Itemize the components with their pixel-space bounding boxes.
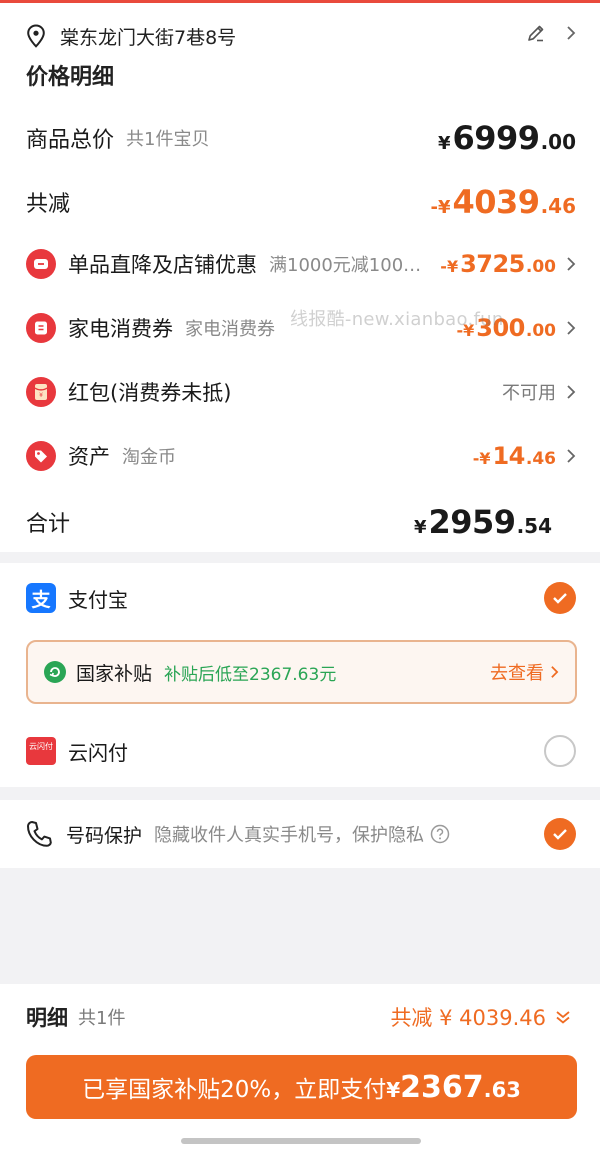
reduce-price: -¥ 4039 .46 bbox=[431, 183, 577, 221]
currency-symbol: -¥ bbox=[440, 257, 459, 276]
detail-total-reduce: 共减 ¥ 4039.46 bbox=[390, 1002, 572, 1032]
detail-label: 明细 bbox=[26, 1006, 68, 1030]
currency-symbol: -¥ bbox=[472, 449, 491, 468]
goods-count: 共1件宝贝 bbox=[126, 129, 210, 150]
reduce-row: 共减 -¥ 4039 .46 bbox=[26, 183, 576, 221]
currency-symbol: ¥ bbox=[413, 517, 427, 538]
chevron-right-icon bbox=[567, 321, 576, 335]
unionpay-icon: 云闪付 bbox=[26, 737, 56, 765]
shop-coupon-icon bbox=[26, 249, 56, 279]
subsidy-refresh-icon bbox=[44, 661, 66, 683]
reduce-label: 共减 bbox=[26, 192, 71, 217]
price-integer: 14 bbox=[492, 442, 525, 470]
price-integer: 6999 bbox=[452, 119, 541, 157]
alipay-icon: 支 bbox=[26, 583, 56, 613]
price-decimal: .00 bbox=[525, 257, 556, 277]
grand-total-row: 合计 ¥ 2959 .54 bbox=[26, 503, 576, 541]
discount-label: 资产 bbox=[68, 445, 110, 469]
price-decimal: .00 bbox=[540, 130, 576, 154]
detail-count: 共1件 bbox=[78, 1008, 126, 1029]
selected-check-icon[interactable] bbox=[544, 582, 576, 614]
goods-total-label: 商品总价 bbox=[26, 128, 115, 153]
price-integer: 3725 bbox=[460, 250, 525, 278]
price-decimal: .00 bbox=[525, 321, 556, 341]
discount-label: 家电消费券 bbox=[68, 317, 173, 341]
goods-total-row: 商品总价 共1件宝贝 ¥ 6999 .00 bbox=[26, 119, 576, 157]
svg-text:¥: ¥ bbox=[39, 392, 43, 399]
red-packet-icon: ¥ bbox=[26, 377, 56, 407]
currency-symbol: ¥ bbox=[386, 1077, 401, 1102]
subsidy-view-link[interactable]: 去查看 bbox=[490, 659, 559, 685]
payment-methods-card: 支 支付宝 国家补贴 补贴后低至2367.63元 去查看 云闪付 云闪付 bbox=[0, 563, 600, 787]
phone-protection-card: 号码保护 隐藏收件人真实手机号，保护隐私 bbox=[0, 800, 600, 868]
discount-sub: 满1000元减100… bbox=[269, 255, 422, 276]
price-integer: 2959 bbox=[428, 503, 517, 541]
price-decimal: .63 bbox=[483, 1077, 521, 1102]
subsidy-label: 国家补贴 bbox=[76, 662, 153, 685]
discount-label: 红包(消费券未抵) bbox=[68, 381, 232, 405]
phone-protection-desc: 隐藏收件人真实手机号，保护隐私 bbox=[154, 825, 425, 846]
checkout-bottom-bar: 明细 共1件 共减 ¥ 4039.46 已享国家补贴20%，立即支付 ¥ 236… bbox=[0, 984, 600, 1157]
watermark-text: 线报酷-new.xianbao.fun bbox=[290, 309, 504, 330]
payment-option-alipay[interactable]: 支 支付宝 bbox=[26, 582, 576, 614]
pay-now-button[interactable]: 已享国家补贴20%，立即支付 ¥ 2367 .63 bbox=[26, 1055, 577, 1119]
payment-option-unionpay[interactable]: 云闪付 云闪付 bbox=[26, 735, 576, 767]
price-decimal: .46 bbox=[540, 194, 576, 218]
price-integer: 2367 bbox=[400, 1069, 484, 1105]
chevron-right-icon bbox=[551, 666, 559, 678]
address-row[interactable]: 棠东龙门大街7巷8号 bbox=[26, 21, 236, 51]
subsidy-desc: 补贴后低至2367.63元 bbox=[164, 664, 337, 685]
location-pin-icon bbox=[27, 24, 45, 48]
address-actions bbox=[526, 23, 576, 43]
pay-button-amount: ¥ 2367 .63 bbox=[386, 1070, 521, 1105]
view-link-text: 去查看 bbox=[490, 663, 544, 684]
grand-total-price: ¥ 2959 .54 bbox=[414, 503, 552, 541]
discount-row-assets[interactable]: 资产 淘金币 -¥ 14 .46 bbox=[26, 441, 576, 471]
chevron-right-icon bbox=[567, 385, 576, 399]
phone-icon bbox=[26, 821, 52, 847]
unavailable-status: 不可用 bbox=[502, 383, 556, 404]
discount-row-shop[interactable]: 单品直降及店铺优惠 满1000元减100… -¥ 3725 .00 bbox=[26, 249, 576, 279]
help-question-icon[interactable] bbox=[430, 824, 450, 844]
national-subsidy-banner[interactable]: 国家补贴 补贴后低至2367.63元 去查看 bbox=[26, 640, 577, 704]
currency-symbol: -¥ bbox=[430, 197, 451, 218]
unselected-radio[interactable] bbox=[544, 735, 576, 767]
price-decimal: .54 bbox=[516, 514, 552, 538]
total-reduce-text: 共减 ¥ 4039.46 bbox=[390, 1006, 546, 1030]
alipay-label: 支付宝 bbox=[68, 587, 128, 612]
discount-price: -¥ 14 .46 bbox=[473, 442, 556, 470]
grand-total-label: 合计 bbox=[26, 512, 71, 537]
price-detail-card: 棠东龙门大街7巷8号 价格明细 商品总价 共1件宝贝 ¥ 6999 .00 共减… bbox=[0, 3, 600, 552]
phone-protection-row[interactable]: 号码保护 隐藏收件人真实手机号，保护隐私 bbox=[26, 818, 576, 850]
pay-button-text: 已享国家补贴20%，立即支付 bbox=[82, 1077, 387, 1103]
chevron-right-icon bbox=[567, 449, 576, 463]
chevron-right-icon[interactable] bbox=[566, 25, 576, 41]
currency-symbol: ¥ bbox=[437, 133, 451, 154]
edit-pencil-icon[interactable] bbox=[526, 23, 546, 43]
price-decimal: .46 bbox=[525, 449, 556, 469]
selected-check-icon[interactable] bbox=[544, 818, 576, 850]
price-integer: 4039 bbox=[452, 183, 541, 221]
discount-sub: 家电消费券 bbox=[185, 319, 275, 340]
phone-protection-label: 号码保护 bbox=[66, 824, 143, 847]
detail-summary-row[interactable]: 明细 共1件 共减 ¥ 4039.46 bbox=[26, 1002, 572, 1032]
section-title: 价格明细 bbox=[26, 65, 115, 87]
address-text: 棠东龙门大街7巷8号 bbox=[60, 26, 237, 49]
goods-total-price: ¥ 6999 .00 bbox=[438, 119, 576, 157]
chevron-double-down-icon[interactable] bbox=[554, 1008, 572, 1026]
voucher-icon bbox=[26, 313, 56, 343]
discount-row-red-packet[interactable]: ¥ 红包(消费券未抵) 不可用 bbox=[26, 377, 576, 407]
discount-label: 单品直降及店铺优惠 bbox=[68, 253, 257, 277]
discount-price: -¥ 3725 .00 bbox=[440, 250, 556, 278]
unionpay-label: 云闪付 bbox=[68, 740, 128, 765]
chevron-right-icon bbox=[567, 257, 576, 271]
tag-icon bbox=[26, 441, 56, 471]
discount-sub: 淘金币 bbox=[122, 447, 176, 468]
home-indicator bbox=[181, 1138, 421, 1144]
